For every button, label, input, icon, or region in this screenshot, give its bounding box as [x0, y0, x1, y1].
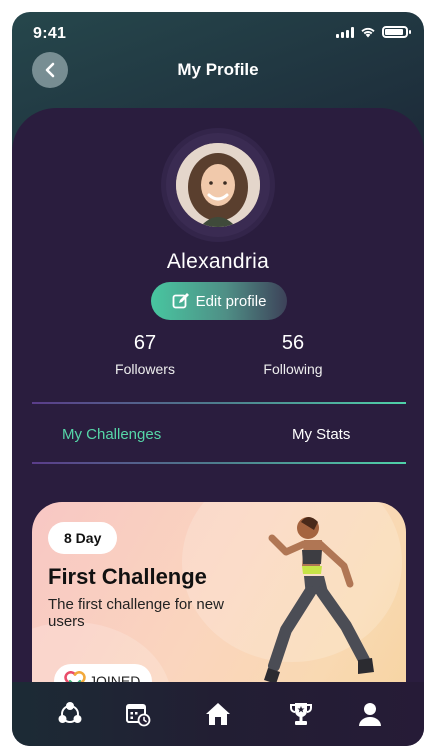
avatar[interactable]	[176, 143, 260, 227]
wifi-icon	[361, 27, 375, 38]
edit-profile-button[interactable]: Edit profile	[151, 282, 287, 320]
edit-icon	[172, 293, 189, 309]
nav-calendar[interactable]	[124, 700, 152, 728]
edit-profile-label: Edit profile	[195, 292, 267, 310]
challenge-title: First Challenge	[48, 564, 207, 589]
profile-icon	[359, 703, 381, 726]
followers-stat[interactable]: 67 Followers	[95, 332, 195, 377]
bottom-navigation	[12, 682, 424, 746]
trophy-icon	[290, 703, 312, 725]
followers-label: Followers	[115, 361, 175, 377]
avatar-frame	[166, 133, 270, 237]
challenge-duration-badge: 8 Day	[48, 522, 118, 554]
following-count: 56	[281, 332, 305, 354]
following-label: Following	[263, 361, 323, 377]
calendar-icon	[126, 704, 151, 727]
status-icons	[336, 26, 411, 38]
runner-illustration	[264, 517, 374, 684]
nav-home[interactable]	[204, 700, 232, 728]
tab-my-stats[interactable]: My Stats	[292, 426, 350, 443]
page-title: My Profile	[177, 60, 259, 79]
challenge-description: The first challenge for new users	[48, 596, 224, 630]
following-stat[interactable]: 56 Following	[243, 332, 343, 377]
nav-trophy[interactable]	[287, 700, 315, 728]
battery-icon	[382, 26, 411, 38]
status-time: 9:41	[33, 25, 67, 42]
tab-my-challenges[interactable]: My Challenges	[62, 426, 161, 443]
avatar-photo	[176, 143, 260, 227]
app-screen: 9:41 My Profile Alexandria Edit profile …	[12, 12, 424, 746]
profile-name: Alexandria	[166, 250, 270, 273]
followers-count: 67	[133, 332, 157, 354]
home-icon	[206, 703, 230, 725]
tabs-divider-bottom	[32, 462, 406, 464]
tabs-divider-top	[32, 402, 406, 404]
community-icon	[58, 702, 82, 723]
profile-panel: Alexandria Edit profile 67 Followers 56 …	[12, 108, 424, 746]
status-bar: 9:41	[12, 12, 424, 56]
signal-icon	[336, 26, 354, 38]
nav-community[interactable]	[56, 700, 84, 728]
nav-profile[interactable]	[356, 700, 384, 728]
